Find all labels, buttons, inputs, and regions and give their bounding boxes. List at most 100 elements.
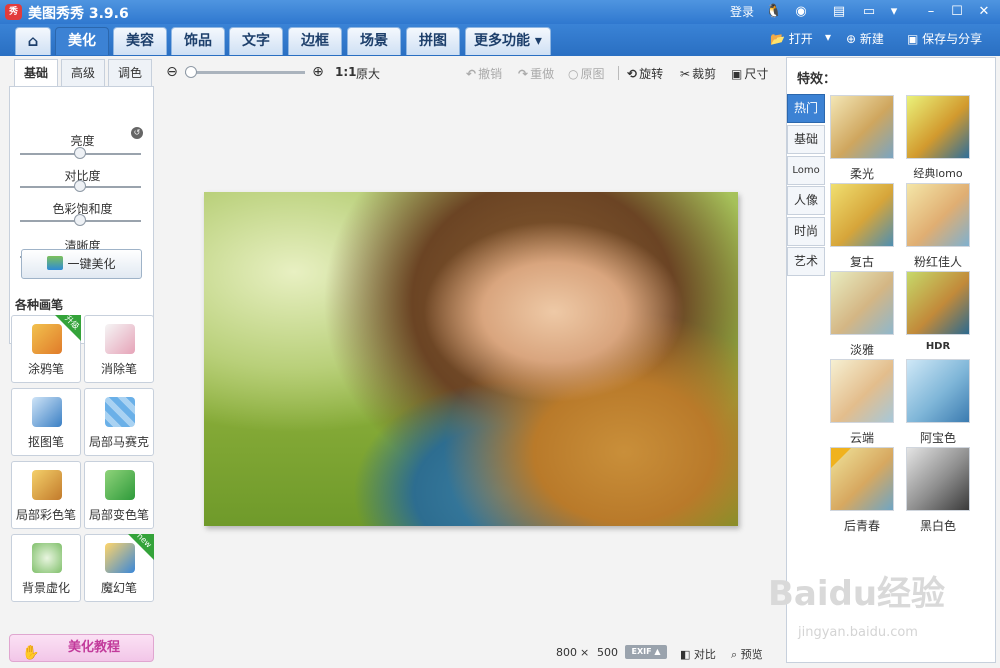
compare-button[interactable]: ◧ 对比 (680, 646, 716, 662)
tutorial-label: 美化教程 (68, 640, 121, 655)
home-icon: ⌂ (27, 32, 39, 50)
minimize-icon[interactable]: – (922, 3, 940, 21)
exif-button[interactable]: EXIF ▲ (625, 645, 667, 659)
open-button[interactable]: 📂 打开 (770, 30, 813, 47)
open-dropdown-icon[interactable]: ▾ (825, 30, 831, 44)
effect-thumb-pink-lady[interactable] (906, 183, 970, 247)
original-button[interactable]: ○ 原图 (568, 65, 605, 82)
tab-more-features[interactable]: 更多功能 ▾ (465, 27, 551, 55)
brush-label: 局部变色笔 (88, 508, 149, 522)
tab-frame[interactable]: 边框 (288, 27, 342, 55)
login-link[interactable]: 登录 (730, 3, 754, 20)
brush-magic[interactable]: new 魔幻笔 (84, 531, 154, 602)
undo-button[interactable]: ↶ 撤销 (466, 65, 502, 82)
zoom-knob[interactable] (185, 66, 197, 78)
save-label: 保存与分享 (922, 32, 983, 46)
effect-thumb-classic-lomo[interactable] (906, 95, 970, 159)
crop-label: 裁剪 (692, 67, 717, 81)
brush-doodle[interactable]: 升级 涂鸦笔 (11, 314, 81, 383)
brush-background-blur[interactable]: 背景虚化 (11, 534, 81, 602)
effect-category-art[interactable]: 艺术 (787, 247, 825, 276)
brush-recolor[interactable]: 局部变色笔 (84, 461, 154, 529)
new-label: 新建 (859, 32, 884, 46)
rotate-icon: ⟲ (627, 67, 638, 81)
compare-label: 对比 (693, 648, 716, 661)
actual-size-ratio[interactable]: 1:1 (335, 65, 357, 79)
effect-category-lomo[interactable]: Lomo (787, 156, 825, 185)
toolbar-divider (618, 66, 619, 80)
chevron-down-icon: ▾ (534, 33, 542, 49)
brush-cutout[interactable]: 抠图笔 (11, 388, 81, 456)
tab-text[interactable]: 文字 (229, 27, 283, 55)
effect-category-hot[interactable]: 热门 (787, 94, 825, 123)
crop-button[interactable]: ✂ 裁剪 (680, 65, 716, 82)
effect-thumb-elegant[interactable] (830, 271, 894, 335)
weibo-icon[interactable]: ◉ (792, 3, 810, 21)
save-icon: ▣ (907, 32, 919, 46)
rotate-button[interactable]: ⟲ 旋转 (627, 65, 663, 82)
resize-button[interactable]: ▣ 尺寸 (731, 65, 768, 82)
subtab-advanced[interactable]: 高级 (61, 59, 105, 87)
brightness-knob[interactable] (74, 147, 86, 159)
rotate-label: 旋转 (639, 67, 664, 81)
subtab-basic[interactable]: 基础 (14, 59, 58, 87)
title-bar: 秀 美图秀秀 3.9.6 登录 🐧 ◉ ▤ ▭ ▾ – ☐ ✕ (0, 0, 1000, 24)
one-key-beautify-button[interactable]: 一键美化 (21, 249, 142, 279)
effect-category-basic[interactable]: 基础 (787, 125, 825, 154)
brush-color[interactable]: 局部彩色笔 (11, 461, 81, 529)
tab-more-label: 更多功能 (474, 33, 531, 49)
effect-thumb-youth[interactable] (830, 447, 894, 511)
tab-beautify[interactable]: 美化 (55, 27, 109, 55)
tab-beauty[interactable]: 美容 (113, 27, 167, 55)
close-icon[interactable]: ✕ (975, 3, 993, 21)
save-share-button[interactable]: ▣ 保存与分享 (907, 30, 982, 47)
contrast-knob[interactable] (74, 180, 86, 192)
brushes-title: 各种画笔 (15, 298, 64, 312)
effect-thumb-black-white[interactable] (906, 447, 970, 511)
redo-button[interactable]: ↷ 重做 (518, 65, 554, 82)
undo-icon: ↶ (466, 67, 477, 81)
preview-icon: ⌕ (731, 648, 738, 661)
dropdown-icon[interactable]: ▾ (885, 3, 903, 21)
plus-icon: ⊕ (846, 32, 857, 46)
brush-eraser[interactable]: 消除笔 (84, 315, 154, 383)
effect-label: 云端 (849, 431, 874, 445)
brush-label: 抠图笔 (27, 435, 64, 449)
maximize-icon[interactable]: ☐ (948, 3, 966, 21)
effect-thumb-retro[interactable] (830, 183, 894, 247)
preview-button[interactable]: ⌕ 预览 (731, 646, 763, 662)
resize-icon: ▣ (731, 67, 743, 81)
effect-label: 粉红佳人 (913, 255, 962, 269)
baidu-watermark: Baidu经验 (768, 574, 946, 614)
tab-scene[interactable]: 场景 (347, 27, 401, 55)
subtab-color[interactable]: 调色 (108, 59, 152, 87)
effect-thumb-abao[interactable] (906, 359, 970, 423)
effect-thumb-cloud[interactable] (830, 359, 894, 423)
tab-home[interactable]: ⌂ (15, 27, 51, 55)
effect-category-fashion[interactable]: 时尚 (787, 217, 825, 246)
zoom-slider[interactable] (185, 71, 305, 74)
tutorial-button[interactable]: ✋ 美化教程 (9, 634, 154, 662)
eraser-icon (105, 324, 135, 354)
brush-label: 局部彩色笔 (15, 508, 76, 522)
effect-label: 阿宝色 (919, 431, 956, 445)
photo-canvas[interactable] (204, 192, 738, 526)
tab-accessories[interactable]: 饰品 (171, 27, 225, 55)
message-icon[interactable]: ▭ (860, 3, 878, 21)
effect-label: 黑白色 (919, 519, 956, 533)
brush-mosaic[interactable]: 局部马赛克 (84, 388, 154, 456)
feedback-icon[interactable]: ▤ (830, 3, 848, 21)
tab-collage[interactable]: 拼图 (406, 27, 460, 55)
undo-label: 撤销 (478, 67, 503, 81)
actual-size-button[interactable]: 原大 (356, 65, 380, 82)
effect-category-portrait[interactable]: 人像 (787, 186, 825, 215)
new-button[interactable]: ⊕ 新建 (846, 30, 884, 47)
zoom-out-icon[interactable]: ⊖ (164, 64, 180, 80)
effect-thumb-soft-light[interactable] (830, 95, 894, 159)
effect-thumb-hdr[interactable] (906, 271, 970, 335)
cutout-pen-icon (32, 397, 62, 427)
saturation-knob[interactable] (74, 214, 86, 226)
zoom-in-icon[interactable]: ⊕ (310, 64, 326, 80)
compare-icon: ◧ (680, 648, 691, 661)
qq-icon[interactable]: 🐧 (765, 3, 783, 21)
